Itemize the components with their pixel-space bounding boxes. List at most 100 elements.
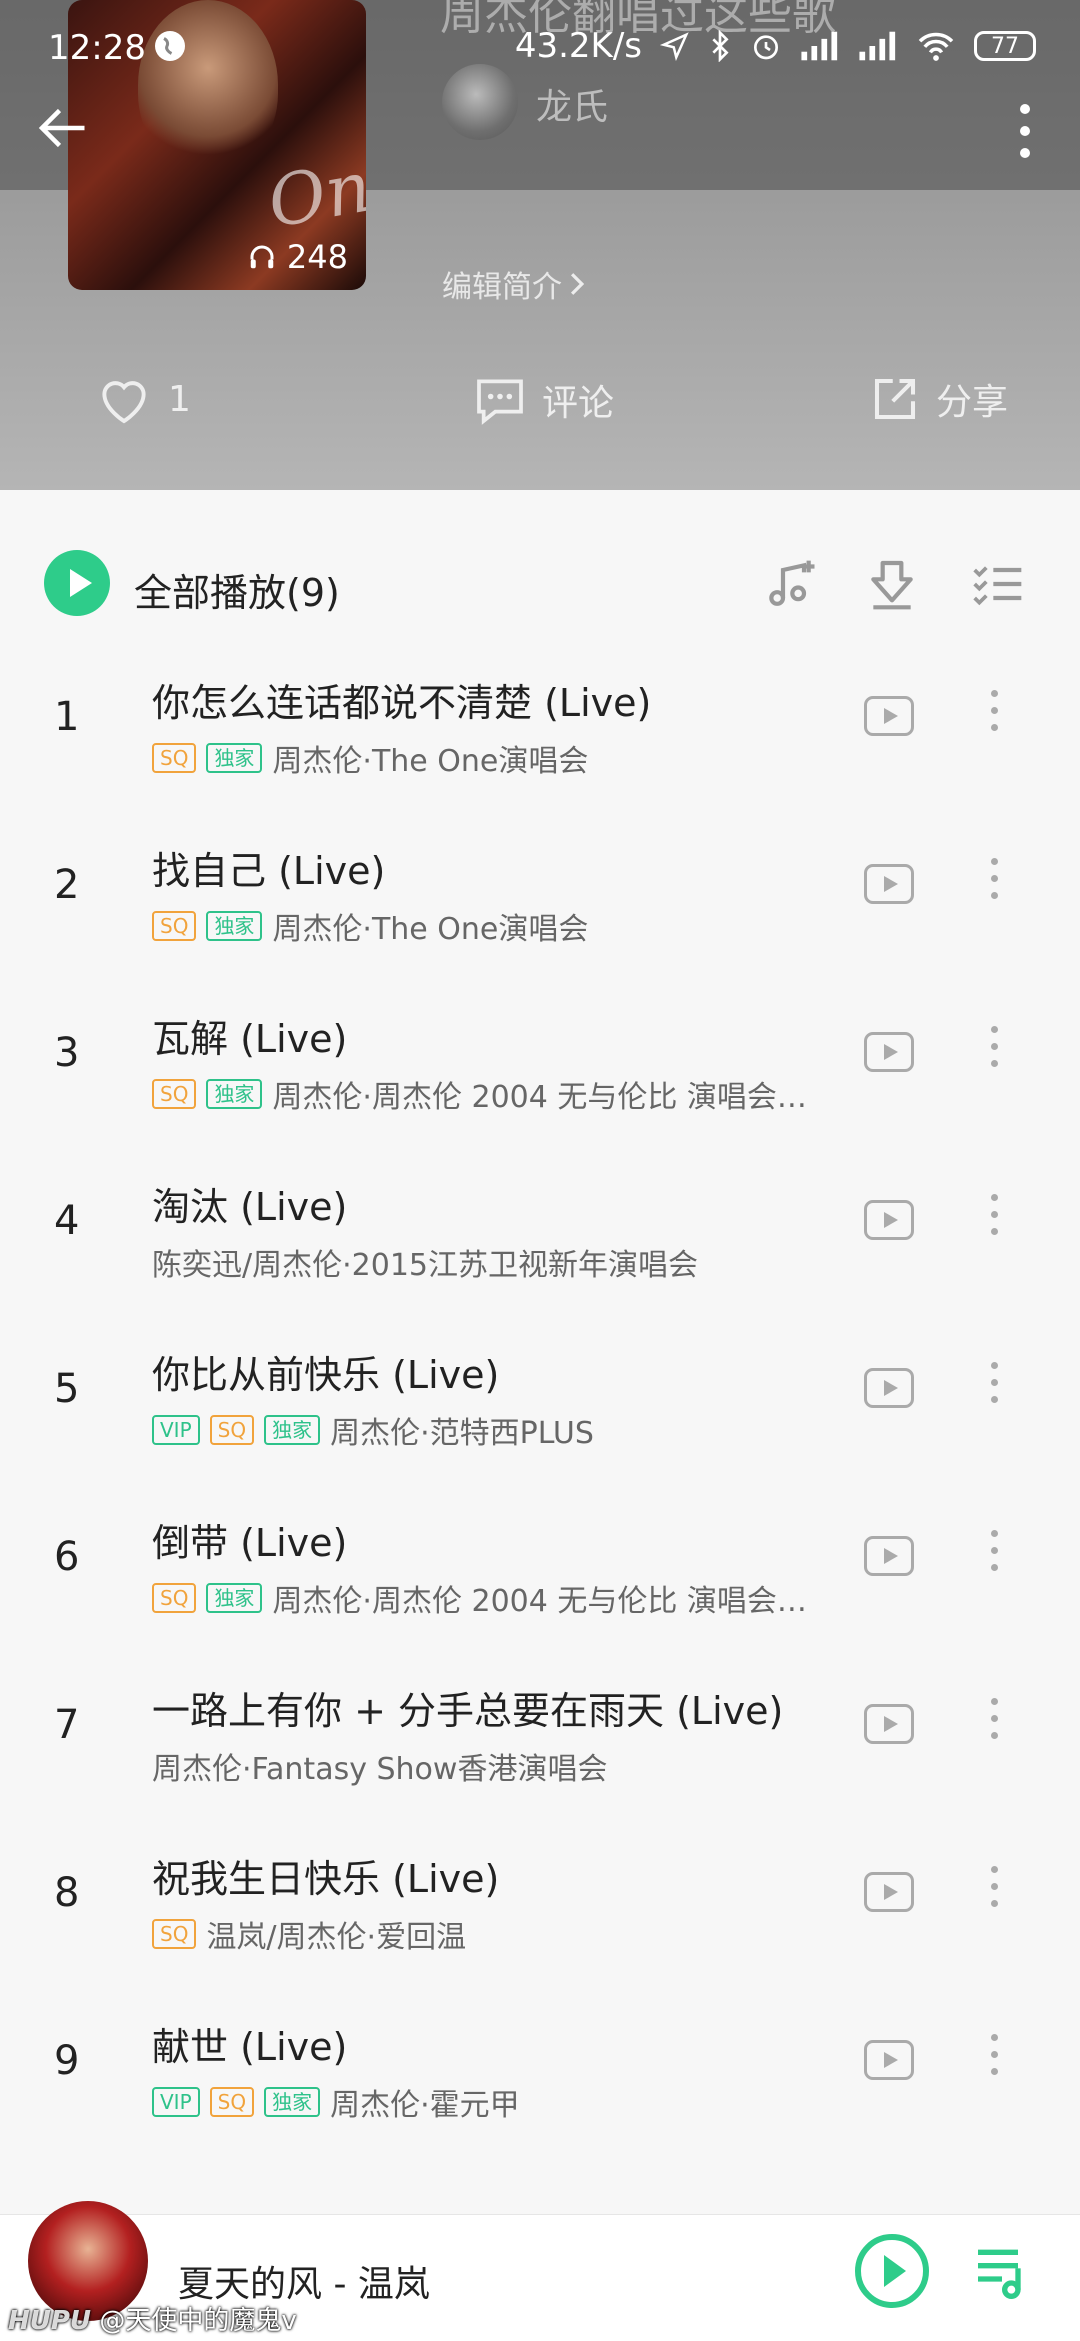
play-all-label[interactable]: 全部播放(9) <box>134 562 340 617</box>
add-to-playlist-icon[interactable] <box>762 556 818 612</box>
song-title: 你比从前快乐 (Live) <box>152 1353 500 1397</box>
mv-play-icon[interactable] <box>864 696 914 736</box>
song-meta: 周杰伦·Fantasy Show香港演唱会 <box>152 1744 862 1788</box>
more-dot-icon <box>990 2034 998 2041</box>
more-dot-icon <box>990 1362 998 1369</box>
song-row[interactable]: 2 找自己 (Live) SQ 独家 周杰伦·The One演唱会 <box>0 818 1080 986</box>
mv-play-icon[interactable] <box>864 1200 914 1240</box>
heart-icon <box>102 381 146 424</box>
play-count-value: 248 <box>286 238 348 276</box>
mv-play-icon[interactable] <box>864 2040 914 2080</box>
song-artist-album: 周杰伦·霍元甲 <box>330 2088 520 2123</box>
wifi-icon <box>918 32 954 61</box>
more-dot-icon <box>990 1547 998 1554</box>
exclusive-badge: 独家 <box>264 1415 321 1445</box>
comment-button[interactable]: 评论 <box>472 372 614 428</box>
share-label: 分享 <box>936 382 1009 423</box>
battery-level: 77 <box>991 33 1019 59</box>
song-index: 9 <box>54 2038 80 2084</box>
song-meta: VIP SQ 独家 周杰伦·范特西PLUS <box>152 1408 862 1452</box>
edit-intro-link[interactable]: 编辑简介 <box>442 262 586 306</box>
cover-art-lettering: One <box>261 138 366 244</box>
sq-badge: SQ <box>152 1919 197 1949</box>
battery-indicator: 77 <box>974 31 1036 61</box>
sq-badge: SQ <box>209 1415 255 1445</box>
bluetooth-icon <box>712 30 729 62</box>
action-bar: 1 评论 分享 <box>0 360 1080 440</box>
song-more-button[interactable] <box>984 1866 1004 1918</box>
mv-play-icon[interactable] <box>864 864 914 904</box>
download-icon[interactable] <box>864 556 920 612</box>
more-dot-icon <box>990 1900 998 1907</box>
more-menu-button[interactable] <box>1010 104 1040 160</box>
exclusive-badge: 独家 <box>264 2087 321 2117</box>
song-row[interactable]: 9 献世 (Live) VIP SQ 独家 周杰伦·霍元甲 <box>0 1994 1080 2162</box>
more-dot-icon <box>990 1060 998 1067</box>
song-more-button[interactable] <box>984 858 1004 910</box>
mv-play-icon[interactable] <box>864 1032 914 1072</box>
exclusive-badge: 独家 <box>206 1079 263 1109</box>
song-more-button[interactable] <box>984 1362 1004 1414</box>
signal-icon <box>801 31 838 61</box>
song-artist-album: 温岚/周杰伦·爱回温 <box>206 1920 467 1955</box>
song-index: 8 <box>54 1870 80 1916</box>
song-meta: SQ 独家 周杰伦·周杰伦 2004 无与伦比 演唱会… <box>152 1072 862 1116</box>
song-row[interactable]: 3 瓦解 (Live) SQ 独家 周杰伦·周杰伦 2004 无与伦比 演唱会… <box>0 986 1080 1154</box>
song-row[interactable]: 6 倒带 (Live) SQ 独家 周杰伦·周杰伦 2004 无与伦比 演唱会… <box>0 1490 1080 1658</box>
mv-play-icon[interactable] <box>864 1536 914 1576</box>
song-row[interactable]: 7 一路上有你 + 分手总要在雨天 (Live) 周杰伦·Fantasy Show香… <box>0 1658 1080 1826</box>
more-dot-icon <box>990 707 998 714</box>
song-title: 倒带 (Live) <box>152 1521 348 1565</box>
song-row[interactable]: 8 祝我生日快乐 (Live) SQ 温岚/周杰伦·爱回温 <box>0 1826 1080 1994</box>
more-dot-icon <box>990 858 998 865</box>
exclusive-badge: 独家 <box>206 1583 263 1613</box>
sq-badge: SQ <box>152 743 197 773</box>
like-button[interactable]: 1 <box>94 372 191 426</box>
song-artist-album: 陈奕迅/周杰伦·2015江苏卫视新年演唱会 <box>152 1248 698 1283</box>
song-title: 瓦解 (Live) <box>152 1017 348 1061</box>
mv-play-icon[interactable] <box>864 1872 914 1912</box>
song-row[interactable]: 1 你怎么连话都说不清楚 (Live) SQ 独家 周杰伦·The One演唱会 <box>0 650 1080 818</box>
more-dot-icon <box>990 1228 998 1235</box>
more-dot-icon <box>990 1396 998 1403</box>
vip-badge: VIP <box>152 1415 200 1445</box>
more-dot-icon <box>990 1379 998 1386</box>
song-more-button[interactable] <box>984 1698 1004 1750</box>
song-index: 4 <box>54 1198 80 1244</box>
more-dot-icon <box>990 1043 998 1050</box>
song-row[interactable]: 4 淘汰 (Live) 陈奕迅/周杰伦·2015江苏卫视新年演唱会 <box>0 1154 1080 1322</box>
song-more-button[interactable] <box>984 2034 1004 2086</box>
play-icon[interactable] <box>852 2231 932 2311</box>
more-dot-icon <box>990 690 998 697</box>
mv-play-icon[interactable] <box>864 1704 914 1744</box>
network-speed: 43.2K/s <box>514 26 642 66</box>
song-row[interactable]: 5 你比从前快乐 (Live) VIP SQ 独家 周杰伦·范特西PLUS <box>0 1322 1080 1490</box>
alarm-icon <box>754 35 778 60</box>
song-more-button[interactable] <box>984 1026 1004 1078</box>
back-arrow-icon[interactable] <box>32 98 92 158</box>
more-dot-icon <box>990 1883 998 1890</box>
song-list: 1 你怎么连话都说不清楚 (Live) SQ 独家 周杰伦·The One演唱会 2 找自己… <box>0 650 1080 2162</box>
share-icon <box>874 378 916 420</box>
song-index: 6 <box>54 1534 80 1580</box>
mv-play-icon[interactable] <box>864 1368 914 1408</box>
share-button[interactable]: 分享 <box>868 372 1008 426</box>
song-index: 7 <box>54 1702 80 1748</box>
song-more-button[interactable] <box>984 1530 1004 1582</box>
song-more-button[interactable] <box>984 1194 1004 1246</box>
play-all-button[interactable] <box>44 550 110 616</box>
song-title: 献世 (Live) <box>152 2025 348 2069</box>
song-more-button[interactable] <box>984 690 1004 742</box>
multi-select-icon[interactable] <box>970 556 1026 612</box>
status-bar: 12:28 43.2K/s 77 <box>0 0 1080 96</box>
sq-badge: SQ <box>209 2087 255 2117</box>
exclusive-badge: 独家 <box>206 743 263 773</box>
exclusive-badge: 独家 <box>206 911 263 941</box>
song-index: 5 <box>54 1366 80 1412</box>
signal-icon-2 <box>859 31 896 61</box>
playlist-queue-icon[interactable] <box>970 2239 1034 2303</box>
sq-badge: SQ <box>152 1079 197 1109</box>
edit-intro-label: 编辑简介 <box>442 270 562 305</box>
headphones-icon <box>250 245 274 269</box>
more-dot-icon <box>990 875 998 882</box>
